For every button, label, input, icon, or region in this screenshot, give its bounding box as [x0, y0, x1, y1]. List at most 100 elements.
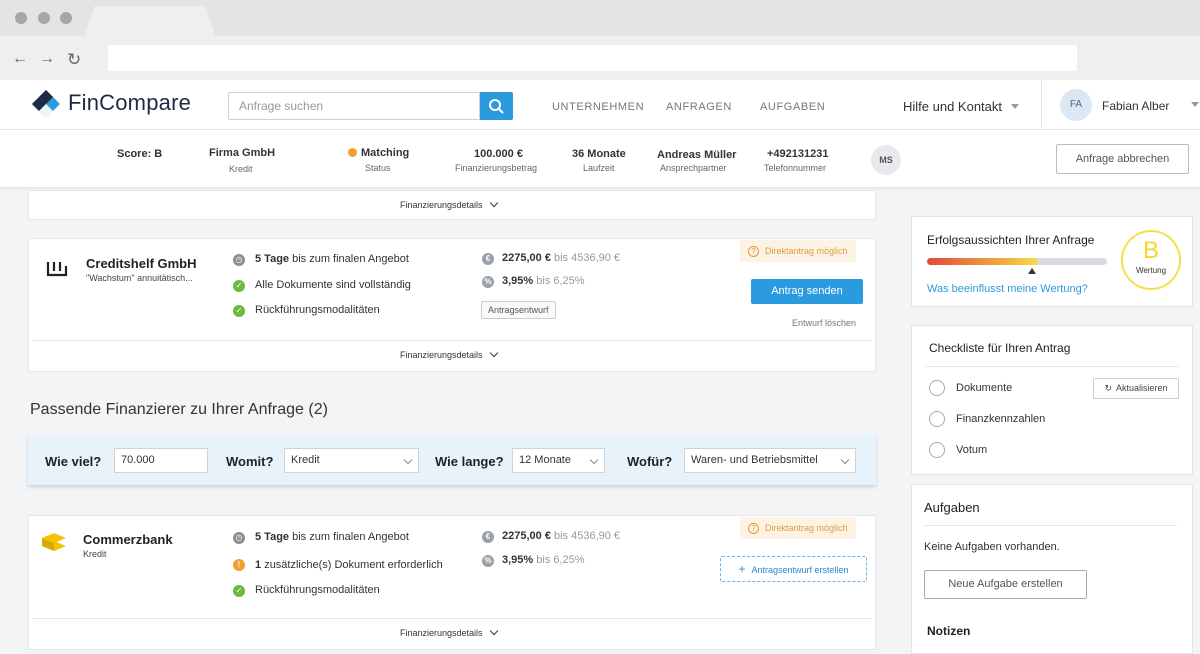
rate-min: 2275,00 € — [502, 530, 551, 542]
percent-icon: % — [482, 276, 494, 288]
reload-icon[interactable]: ↻ — [67, 50, 81, 70]
rate-range: 2275,00 € bis 4536,90 € — [502, 530, 620, 542]
financing-details-label: Finanzierungsdetails — [400, 200, 483, 210]
tasks-empty-text: Keine Aufgaben vorhanden. — [924, 541, 1060, 553]
offer-days-text: bis zum finalen Angebot — [292, 253, 409, 265]
financing-details-toggle[interactable]: Finanzierungsdetails — [400, 198, 498, 210]
window-minimize-dot[interactable] — [38, 12, 50, 24]
status-value: Matching — [361, 147, 410, 159]
financing-details-toggle[interactable]: Finanzierungsdetails — [400, 348, 498, 360]
offer-days: 5 Tage — [255, 531, 290, 543]
chevron-down-icon — [403, 455, 413, 465]
purpose-select-value: Waren- und Betriebsmittel — [691, 454, 818, 466]
direct-application-badge: ? Direktantrag möglich — [740, 517, 856, 539]
checklist-radio-financials[interactable] — [929, 411, 945, 427]
search-button[interactable] — [480, 92, 513, 120]
window-close-dot[interactable] — [15, 12, 27, 24]
lender-name: Creditshelf GmbH — [86, 256, 197, 271]
refresh-button[interactable]: ↻ Aktualisieren — [1093, 378, 1179, 399]
amount-value: 100.000 € — [474, 148, 523, 160]
divider — [32, 618, 872, 619]
company-name: Firma GmbH — [209, 147, 276, 159]
question-icon: ? — [748, 523, 759, 534]
fincompare-logo-icon[interactable] — [29, 88, 63, 120]
nav-anfragen[interactable]: ANFRAGEN — [666, 101, 732, 113]
create-draft-label: Antragsentwurf erstellen — [751, 565, 849, 575]
type-select[interactable]: Kredit — [284, 448, 419, 473]
clock-icon: ◷ — [233, 532, 245, 544]
address-bar[interactable] — [108, 45, 1077, 71]
lender-product: Kredit — [83, 549, 107, 559]
type-select-value: Kredit — [291, 454, 320, 466]
percent-icon: % — [482, 555, 494, 567]
grade-label: Wertung — [1135, 266, 1167, 275]
filter-amount-label: Wie viel? — [45, 454, 102, 469]
financing-details-toggle[interactable]: Finanzierungsdetails — [400, 626, 498, 638]
user-name[interactable]: Fabian Alber — [1102, 99, 1169, 113]
interest-range: 3,95% bis 6,25% — [502, 554, 585, 566]
refresh-label: Aktualisieren — [1116, 383, 1168, 393]
duration-value: 36 Monate — [572, 148, 626, 160]
grade-badge: B Wertung — [1121, 230, 1181, 290]
window-maximize-dot[interactable] — [60, 12, 72, 24]
avatar[interactable]: FA — [1060, 89, 1092, 121]
interest-range: 3,95% bis 6,25% — [502, 275, 585, 287]
chevron-down-icon — [589, 455, 599, 465]
financing-details-label: Finanzierungsdetails — [400, 628, 483, 638]
direct-application-badge: ? Direktantrag möglich — [740, 240, 856, 262]
nav-aufgaben[interactable]: AUFGABEN — [760, 101, 825, 113]
rate-max: bis 4536,90 € — [554, 530, 621, 542]
interest-min: 3,95% — [502, 554, 534, 566]
rate-min: 2275,00 € — [502, 252, 551, 264]
interest-max: bis 6,25% — [536, 275, 585, 287]
question-icon: ? — [748, 246, 759, 257]
check-icon: ✓ — [233, 305, 245, 317]
rating-info-link[interactable]: Was beeinflusst meine Wertung? — [927, 283, 1088, 295]
rate-max: bis 4536,90 € — [554, 252, 621, 264]
divider — [926, 366, 1179, 367]
header-divider — [1041, 80, 1042, 130]
new-task-button[interactable]: Neue Aufgabe erstellen — [924, 570, 1087, 599]
back-arrow-icon[interactable]: ← — [12, 50, 28, 68]
search-input[interactable]: Anfrage suchen — [228, 92, 480, 120]
duration-select[interactable]: 12 Monate — [512, 448, 605, 473]
nav-unternehmen[interactable]: UNTERNEHMEN — [552, 101, 644, 113]
chevron-down-icon[interactable] — [1191, 102, 1199, 107]
chevron-down-icon[interactable] — [1011, 104, 1019, 109]
score-value: Score: B — [117, 148, 163, 160]
lender-product: "Wachstum" annuitätisch... — [86, 273, 193, 283]
chevron-down-icon — [489, 626, 498, 636]
checklist-item-documents: Dokumente — [956, 382, 1013, 394]
filter-purpose-label: Wofür? — [627, 454, 673, 469]
status-dot-icon — [348, 148, 357, 157]
repayment-terms: Rückführungsmodalitäten — [255, 304, 380, 316]
amount-input[interactable]: 70.000 — [114, 448, 208, 473]
offer-time: 5 Tage bis zum finalen Angebot — [255, 531, 409, 543]
forward-arrow-icon[interactable]: → — [39, 50, 55, 68]
creditshelf-logo-icon — [46, 262, 68, 277]
offer-days-text: bis zum finalen Angebot — [292, 531, 409, 543]
offer-days: 5 Tage — [255, 253, 290, 265]
plus-icon: + — [738, 562, 746, 576]
help-contact-menu[interactable]: Hilfe und Kontakt — [903, 99, 1002, 114]
delete-draft-link[interactable]: Entwurf löschen — [792, 318, 856, 328]
documents-status: Alle Dokumente sind vollständig — [255, 279, 411, 291]
checklist-radio-vote[interactable] — [929, 442, 945, 458]
contact-label: Ansprechpartner — [660, 163, 727, 173]
phone-value: +492131231 — [767, 148, 829, 160]
missing-docs-text: zusätzliche(s) Dokument erforderlich — [264, 559, 443, 571]
financing-details-label: Finanzierungsdetails — [400, 350, 483, 360]
filter-duration-label: Wie lange? — [435, 454, 504, 469]
contact-value: Andreas Müller — [657, 149, 737, 161]
cancel-request-button[interactable]: Anfrage abbrechen — [1056, 144, 1189, 174]
checklist-radio-documents[interactable] — [929, 380, 945, 396]
rate-range: 2275,00 € bis 4536,90 € — [502, 252, 620, 264]
brand-name[interactable]: FinCompare — [68, 90, 191, 116]
send-application-button[interactable]: Antrag senden — [751, 279, 863, 304]
purpose-select[interactable]: Waren- und Betriebsmittel — [684, 448, 856, 473]
agent-avatar[interactable]: MS — [871, 145, 901, 175]
missing-docs-count: 1 — [255, 559, 262, 571]
matching-lenders-heading: Passende Finanzierer zu Ihrer Anfrage (2… — [30, 401, 328, 418]
browser-tab[interactable] — [84, 6, 216, 38]
create-draft-button[interactable]: + Antragsentwurf erstellen — [720, 556, 867, 582]
